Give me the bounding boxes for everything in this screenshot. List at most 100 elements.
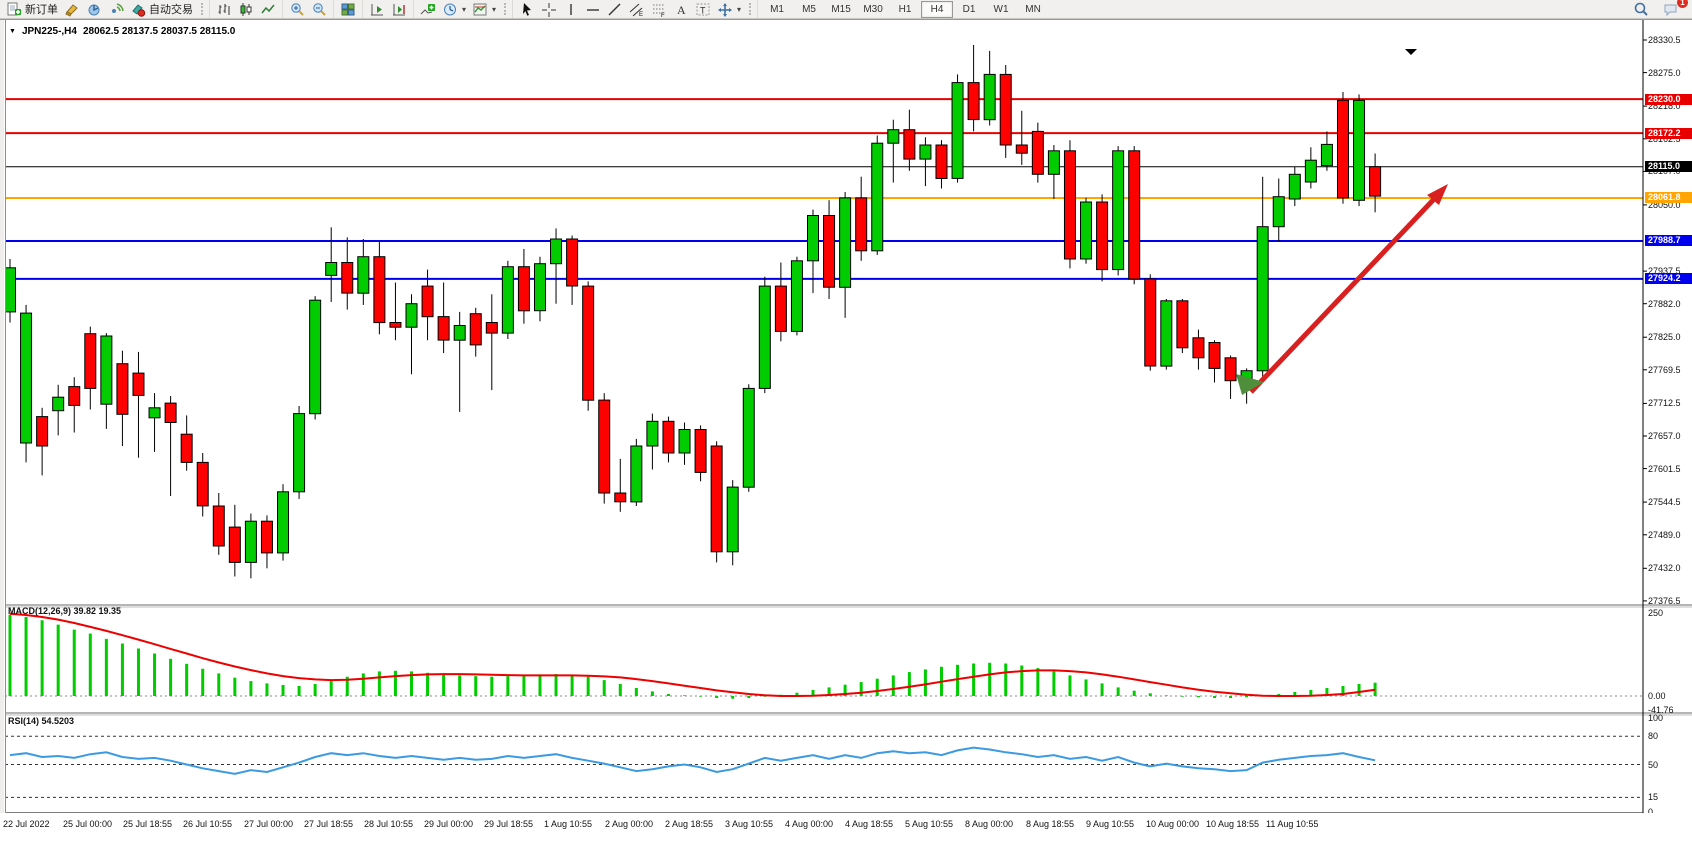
crosshair-icon <box>541 2 557 17</box>
svg-text:E: E <box>639 12 643 17</box>
chart-title[interactable]: ▼ JPN225-,H4 28062.5 28137.5 28037.5 281… <box>9 26 235 37</box>
horizontal-line-button[interactable] <box>582 1 604 17</box>
cursor-icon <box>519 2 535 17</box>
candle <box>936 140 947 188</box>
date-axis[interactable]: 22 Jul 202225 Jul 00:0025 Jul 18:5526 Ju… <box>0 813 1692 834</box>
publisher-button[interactable] <box>83 1 105 17</box>
candle <box>904 110 915 171</box>
tile-windows-button[interactable] <box>337 1 359 17</box>
periods-button[interactable]: ▾ <box>439 1 469 17</box>
community-button[interactable]: 1 <box>1660 1 1682 17</box>
candle <box>229 505 240 577</box>
chart-canvas[interactable] <box>0 20 1692 834</box>
timeframe-button-m15[interactable]: M15 <box>825 1 857 18</box>
candle <box>213 493 224 555</box>
candle <box>1145 274 1156 370</box>
zoom-out-button[interactable] <box>308 1 330 17</box>
cursor-button[interactable] <box>516 1 538 17</box>
templates-button[interactable]: ▾ <box>469 1 499 17</box>
date-axis-label: 9 Aug 10:55 <box>1086 819 1134 829</box>
zoom-group <box>282 0 333 18</box>
signals-button[interactable] <box>105 1 127 17</box>
candle <box>1193 330 1204 370</box>
search-button[interactable] <box>1630 1 1652 17</box>
bar-chart-button[interactable] <box>213 1 235 17</box>
candle <box>133 352 144 458</box>
candle <box>1305 147 1316 188</box>
tile-windows-icon <box>340 2 356 17</box>
candle <box>808 210 819 294</box>
rsi-axis-label: 80 <box>1648 731 1658 741</box>
candle <box>695 425 706 481</box>
crosshair-button[interactable] <box>538 1 560 17</box>
candle <box>1354 94 1365 206</box>
vertical-line-button[interactable] <box>560 1 582 17</box>
candle <box>326 227 337 302</box>
timeframe-button-m5[interactable]: M5 <box>793 1 825 18</box>
autotrading-button[interactable]: 自动交易 <box>127 1 196 17</box>
candle <box>663 417 674 463</box>
candle <box>197 453 208 517</box>
date-axis-label: 3 Aug 10:55 <box>725 819 773 829</box>
date-axis-label: 1 Aug 10:55 <box>544 819 592 829</box>
candle <box>840 192 851 318</box>
candle <box>422 270 433 341</box>
zoom-in-button[interactable] <box>286 1 308 17</box>
candle <box>727 480 738 565</box>
line-chart-button[interactable] <box>257 1 279 17</box>
candle <box>1273 179 1284 242</box>
timeframes-group: M1M5M15M30H1H4D1W1MN <box>757 0 1052 18</box>
chart-shift-icon <box>391 2 407 17</box>
candle <box>245 514 256 579</box>
price-axis-label: 27657.0 <box>1648 431 1681 441</box>
timeframe-button-h1[interactable]: H1 <box>889 1 921 18</box>
timeframe-button-w1[interactable]: W1 <box>985 1 1017 18</box>
timeframe-button-m1[interactable]: M1 <box>761 1 793 18</box>
rsi-axis-label: 100 <box>1648 713 1663 723</box>
date-axis-label: 28 Jul 10:55 <box>364 819 413 829</box>
trendline-button[interactable] <box>604 1 626 17</box>
candle <box>53 385 64 436</box>
date-axis-label: 29 Jul 00:00 <box>424 819 473 829</box>
trendline-icon <box>607 2 623 17</box>
timeframe-button-mn[interactable]: MN <box>1017 1 1049 18</box>
date-axis-label: 10 Aug 18:55 <box>1206 819 1259 829</box>
candle <box>406 294 417 374</box>
toolbar-grip <box>749 3 755 15</box>
macd-label: MACD(12,26,9) 39.82 19.35 <box>8 606 121 616</box>
date-axis-label: 11 Aug 10:55 <box>1266 819 1318 829</box>
chevron-down-icon: ▾ <box>737 5 741 14</box>
svg-text:F: F <box>661 13 665 17</box>
candle <box>518 249 529 324</box>
svg-text:A: A <box>677 3 686 17</box>
timeframe-button-m30[interactable]: M30 <box>857 1 889 18</box>
fibonacci-button[interactable]: F <box>648 1 670 17</box>
candle <box>117 351 128 446</box>
publisher-icon <box>86 2 102 17</box>
candlestick-chart-button[interactable] <box>235 1 257 17</box>
chart-shift-button[interactable] <box>388 1 410 17</box>
auto-scroll-button[interactable] <box>366 1 388 17</box>
text-label-button[interactable]: T <box>692 1 714 17</box>
indicators-button[interactable] <box>417 1 439 17</box>
text-button[interactable]: A <box>670 1 692 17</box>
candle <box>872 136 883 255</box>
candle <box>310 296 321 419</box>
candle <box>69 377 80 432</box>
new-order-button[interactable]: 新订单 <box>3 1 61 17</box>
timeframe-button-d1[interactable]: D1 <box>953 1 985 18</box>
equidistant-channel-button[interactable]: E <box>626 1 648 17</box>
timeframe-button-h4[interactable]: H4 <box>921 1 953 18</box>
symbol-dropdown-icon[interactable]: ▼ <box>9 28 16 35</box>
candle <box>920 137 931 186</box>
date-axis-label: 5 Aug 10:55 <box>905 819 953 829</box>
chart-window[interactable]: ▼ JPN225-,H4 28062.5 28137.5 28037.5 281… <box>0 19 1692 834</box>
styler-button[interactable] <box>61 1 83 17</box>
candle <box>502 261 513 339</box>
search-icon <box>1633 2 1649 17</box>
horizontal-line-icon <box>585 2 601 17</box>
arrows-button[interactable]: ▾ <box>714 1 744 17</box>
macd-signal-line <box>10 614 1375 696</box>
window-group <box>333 0 362 18</box>
date-axis-label: 25 Jul 00:00 <box>63 819 112 829</box>
